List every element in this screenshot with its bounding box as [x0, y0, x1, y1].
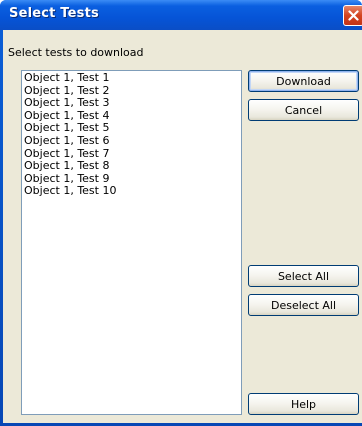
test-list-item[interactable]: Object 1, Test 1	[24, 71, 239, 85]
dialog-window: Select Tests Select tests to download Ob…	[0, 0, 362, 426]
window-title: Select Tests	[9, 6, 99, 21]
deselect-all-button[interactable]: Deselect All	[248, 294, 359, 316]
dialog-body: Select tests to download Object 1, Test …	[3, 30, 362, 423]
close-button[interactable]	[343, 5, 362, 26]
test-list-item[interactable]: Object 1, Test 3	[24, 97, 239, 110]
download-button[interactable]: Download	[248, 70, 359, 92]
close-icon	[348, 10, 359, 21]
test-list-item[interactable]: Object 1, Test 8	[24, 160, 239, 173]
title-bar[interactable]: Select Tests	[0, 0, 362, 30]
help-button[interactable]: Help	[248, 393, 359, 415]
select-all-button[interactable]: Select All	[248, 265, 359, 287]
cancel-button[interactable]: Cancel	[248, 99, 359, 121]
instruction-label: Select tests to download	[8, 46, 144, 59]
test-list-item[interactable]: Object 1, Test 10	[24, 185, 239, 198]
test-list-item[interactable]: Object 1, Test 6	[24, 134, 239, 148]
tests-listbox[interactable]: Object 1, Test 1 Object 1, Test 2 Object 1…	[21, 70, 242, 415]
